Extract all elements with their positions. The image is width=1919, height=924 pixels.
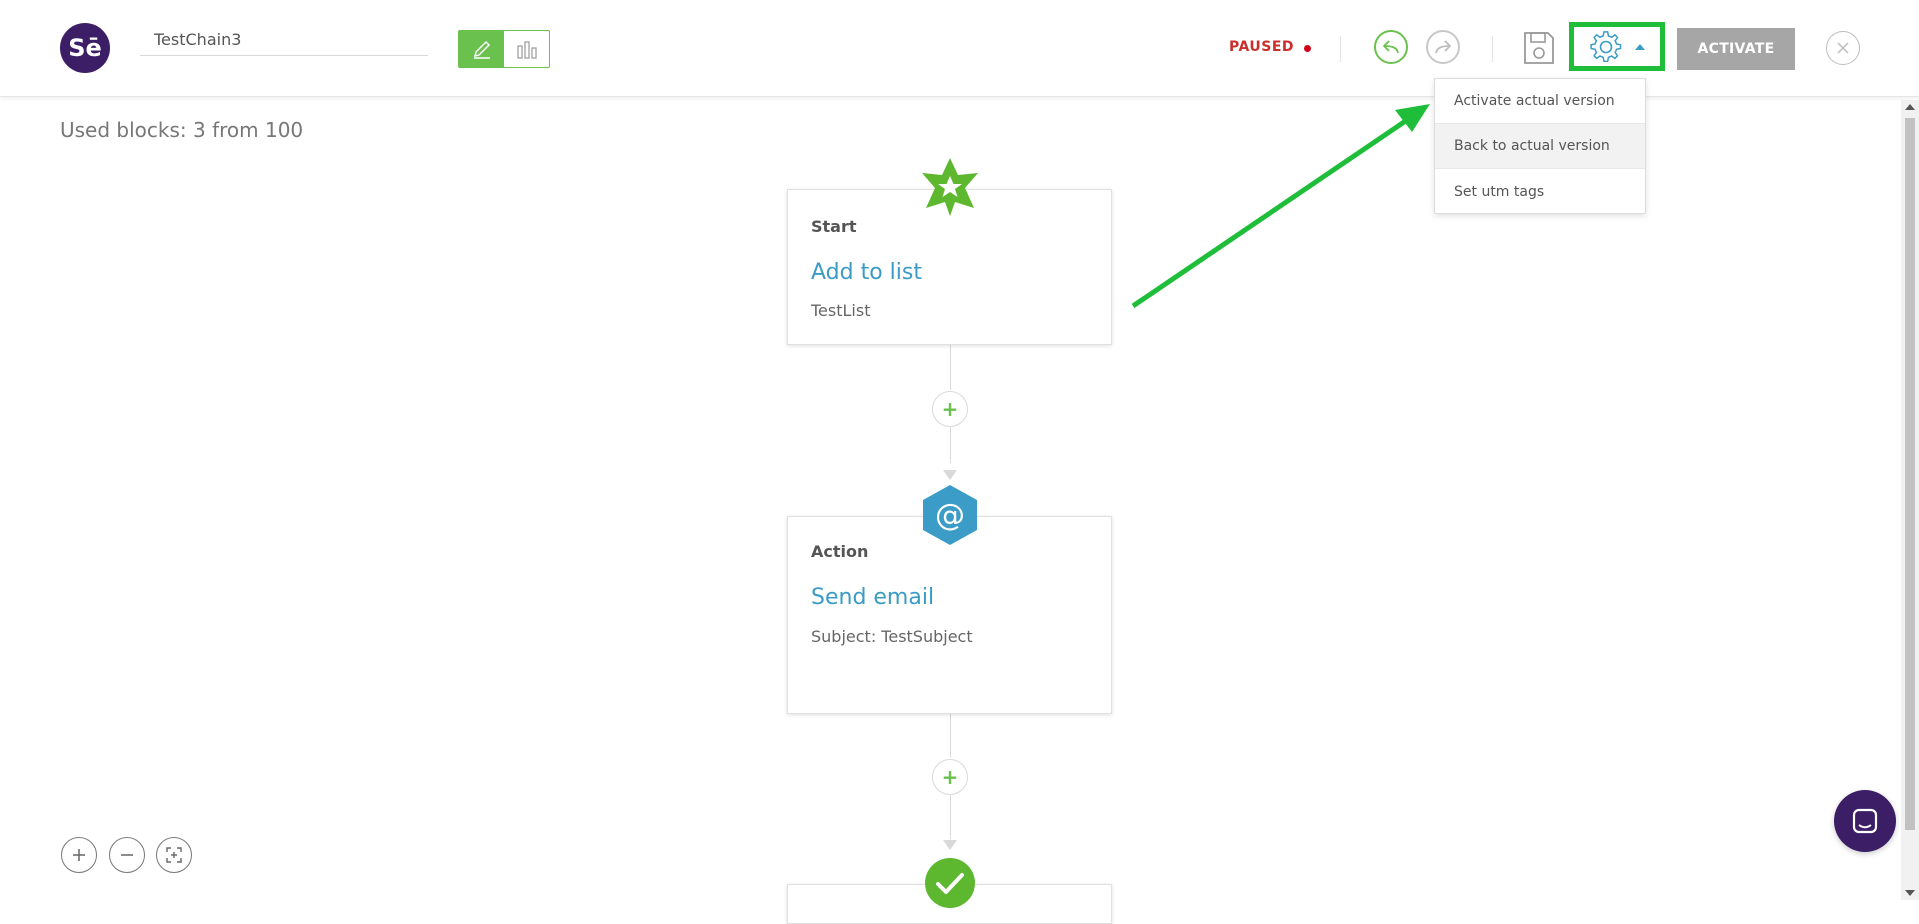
menu-item-activate-actual-version[interactable]: Activate actual version [1435, 79, 1645, 124]
menu-item-back-to-actual-version[interactable]: Back to actual version [1435, 124, 1645, 169]
statistics-mode-button[interactable] [504, 31, 549, 67]
redo-icon [1435, 40, 1451, 54]
connector-arrow [943, 470, 957, 480]
zoom-out-icon [121, 854, 133, 856]
chain-name-input[interactable] [140, 24, 428, 56]
scrollbar-thumb[interactable] [1905, 118, 1915, 830]
scroll-up-arrow-icon[interactable] [1905, 104, 1915, 110]
activate-button[interactable]: ACTIVATE [1677, 28, 1795, 70]
connector-line [950, 427, 951, 463]
add-block-button[interactable]: + [932, 391, 968, 427]
star-icon [922, 158, 978, 216]
vertical-scrollbar[interactable] [1901, 100, 1919, 900]
fit-screen-icon [166, 847, 182, 863]
undo-icon [1383, 40, 1399, 54]
save-icon[interactable] [1522, 30, 1556, 66]
bar-chart-icon [516, 41, 537, 59]
status-indicator-dot [1304, 45, 1311, 52]
undo-button[interactable] [1374, 30, 1408, 64]
settings-dropdown-menu: Activate actual version Back to actual v… [1434, 78, 1646, 214]
toolbar-divider [1492, 36, 1493, 62]
edit-mode-button[interactable] [459, 31, 504, 67]
redo-button[interactable] [1426, 30, 1460, 64]
svg-text:@: @ [935, 498, 965, 533]
zoom-out-button[interactable] [109, 837, 145, 873]
pencil-icon [473, 40, 490, 59]
zoom-in-icon [73, 849, 85, 861]
app-logo[interactable]: Sē [60, 23, 110, 73]
used-blocks-counter: Used blocks: 3 from 100 [60, 118, 304, 142]
connector-line [950, 795, 951, 839]
toolbar-divider [1340, 36, 1341, 62]
settings-menu-button[interactable] [1569, 22, 1665, 71]
view-mode-toggle [458, 30, 550, 68]
status-label: PAUSED [1229, 39, 1295, 55]
at-sign-icon: @ [923, 485, 977, 545]
connector-arrow [943, 840, 957, 850]
block-type-label: Start [811, 217, 857, 236]
chat-icon [1852, 808, 1878, 834]
menu-item-set-utm-tags[interactable]: Set utm tags [1435, 169, 1645, 214]
block-detail-text: TestList [811, 301, 871, 320]
caret-up-icon [1635, 43, 1645, 50]
fit-screen-button[interactable] [156, 837, 192, 873]
block-title-link[interactable]: Send email [811, 585, 934, 610]
block-detail-text: Subject: TestSubject [811, 627, 973, 646]
zoom-in-button[interactable] [61, 837, 97, 873]
block-type-label: Action [811, 542, 869, 561]
add-block-button[interactable]: + [932, 759, 968, 795]
close-icon [1837, 42, 1849, 54]
chat-support-button[interactable] [1834, 790, 1896, 852]
close-button[interactable] [1826, 31, 1860, 65]
scroll-down-arrow-icon[interactable] [1905, 890, 1915, 896]
connector-line [950, 713, 951, 757]
checkmark-icon [925, 858, 975, 908]
gear-icon [1590, 30, 1622, 62]
block-title-link[interactable]: Add to list [811, 260, 922, 285]
connector-line [950, 344, 951, 390]
